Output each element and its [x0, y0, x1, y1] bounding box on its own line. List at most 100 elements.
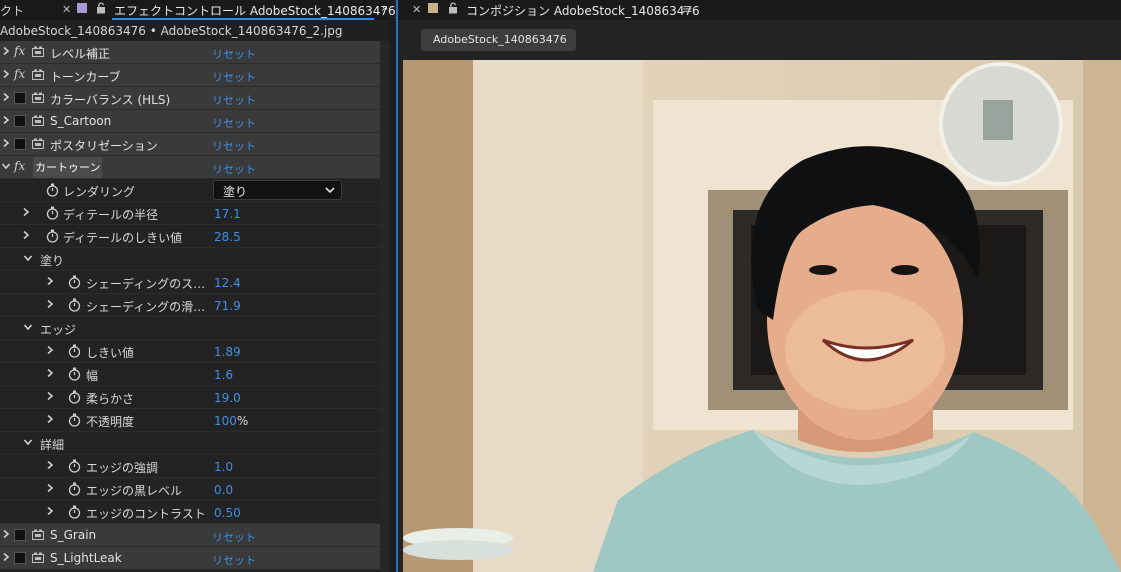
stopwatch-icon[interactable] [68, 367, 81, 381]
effect-row-s-cartoon[interactable]: S_Cartoon リセット [0, 110, 380, 133]
panel-color-swatch [77, 3, 87, 13]
chevron-right-icon[interactable] [2, 530, 10, 538]
chevron-right-icon[interactable] [46, 277, 54, 285]
property-value[interactable]: 1.0 [214, 460, 233, 474]
property-value[interactable]: 28.5 [214, 230, 241, 244]
chevron-right-icon[interactable] [46, 415, 54, 423]
composition-name-button[interactable]: AdobeStock_140863476 [421, 29, 576, 51]
property-label: 不透明度 [86, 415, 135, 429]
property-value[interactable]: 71.9 [214, 299, 241, 313]
stopwatch-icon[interactable] [46, 229, 59, 243]
lock-icon[interactable] [96, 2, 106, 14]
effect-row-s-lightleak[interactable]: S_LightLeak リセット [0, 547, 380, 570]
fx-toggle-off[interactable] [14, 138, 26, 150]
effect-name: S_LightLeak [50, 551, 122, 565]
previous-tab-label[interactable]: クト [0, 2, 24, 19]
chevron-right-icon[interactable] [46, 461, 54, 469]
chevron-right-icon[interactable] [46, 369, 54, 377]
composition-viewer[interactable] [403, 60, 1121, 572]
reset-link[interactable]: リセット [212, 529, 256, 545]
chevron-right-icon[interactable] [2, 47, 10, 55]
property-value[interactable]: 1.6 [214, 368, 233, 382]
reset-link[interactable]: リセット [212, 115, 256, 131]
more-tabs-icon[interactable]: » [381, 1, 388, 15]
effect-name-selected[interactable]: カートゥーン [33, 157, 103, 178]
stopwatch-icon[interactable] [68, 459, 81, 473]
property-softness: 柔らかさ 19.0 [0, 386, 380, 409]
fx-toggle-off[interactable] [14, 529, 26, 541]
stopwatch-icon[interactable] [68, 413, 81, 427]
effect-row-posterize[interactable]: ポスタリゼーション リセット [0, 133, 380, 156]
stopwatch-icon[interactable] [68, 482, 81, 496]
chevron-down-icon[interactable] [2, 162, 10, 170]
chevron-down-icon[interactable] [24, 323, 32, 331]
tab-composition[interactable]: コンポジション AdobeStock_140863476 [466, 2, 700, 19]
scrollbar[interactable] [380, 41, 390, 572]
close-icon[interactable]: ✕ [62, 3, 71, 16]
group-edge[interactable]: エッジ [0, 317, 380, 340]
effects-list: fx レベル補正 リセット fx トーンカーブ リセット カラーバランス (HL… [0, 41, 380, 570]
stopwatch-icon[interactable] [68, 275, 81, 289]
property-shading-smooth: シェーディングの滑… 71.9 [0, 294, 380, 317]
chevron-right-icon[interactable] [2, 93, 10, 101]
effect-row-s-grain[interactable]: S_Grain リセット [0, 524, 380, 547]
lock-icon[interactable] [448, 2, 458, 14]
stopwatch-icon[interactable] [68, 505, 81, 519]
property-label: 柔らかさ [86, 392, 135, 406]
fx-toggle[interactable]: fx [14, 159, 25, 173]
tab-effect-controls[interactable]: エフェクトコントロール AdobeStock_140863476_ [114, 2, 402, 19]
chevron-right-icon[interactable] [46, 392, 54, 400]
stopwatch-icon[interactable] [68, 344, 81, 358]
property-value[interactable]: 1.89 [214, 345, 241, 359]
reset-link[interactable]: リセット [212, 552, 256, 568]
property-edge-contrast: エッジのコントラスト 0.50 [0, 501, 380, 524]
chevron-right-icon[interactable] [46, 507, 54, 515]
property-detail-radius: ディテールの半径 17.1 [0, 202, 380, 225]
chevron-down-icon[interactable] [24, 438, 32, 446]
property-label: エッジの強調 [86, 461, 159, 475]
property-value[interactable]: 17.1 [214, 207, 241, 221]
chevron-right-icon[interactable] [46, 484, 54, 492]
property-value[interactable]: 0.50 [214, 506, 241, 520]
chevron-right-icon[interactable] [2, 70, 10, 78]
reset-link[interactable]: リセット [212, 161, 256, 177]
stopwatch-icon[interactable] [68, 390, 81, 404]
property-value[interactable]: 0.0 [214, 483, 233, 497]
chevron-right-icon[interactable] [22, 208, 30, 216]
effect-row-color-balance[interactable]: カラーバランス (HLS) リセット [0, 87, 380, 110]
reset-link[interactable]: リセット [212, 46, 256, 62]
chevron-right-icon[interactable] [2, 139, 10, 147]
group-detail[interactable]: 詳細 [0, 432, 380, 455]
property-edge-black: エッジの黒レベル 0.0 [0, 478, 380, 501]
fx-toggle[interactable]: fx [14, 44, 25, 58]
preset-icon [32, 69, 44, 80]
render-dropdown[interactable]: 塗り [213, 180, 342, 200]
reset-link[interactable]: リセット [212, 138, 256, 154]
effect-row-cartoon[interactable]: fx カートゥーン リセット [0, 156, 380, 179]
chevron-right-icon[interactable] [46, 300, 54, 308]
chevron-right-icon[interactable] [2, 553, 10, 561]
stopwatch-icon[interactable] [46, 206, 59, 220]
chevron-right-icon[interactable] [46, 346, 54, 354]
stopwatch-icon[interactable] [68, 298, 81, 312]
stopwatch-icon[interactable] [46, 183, 59, 197]
fx-toggle-off[interactable] [14, 552, 26, 564]
group-fill[interactable]: 塗り [0, 248, 380, 271]
property-threshold: しきい値 1.89 [0, 340, 380, 363]
menu-icon[interactable]: ≡ [682, 2, 693, 17]
reset-link[interactable]: リセット [212, 92, 256, 108]
fx-toggle[interactable]: fx [14, 67, 25, 81]
fx-toggle-off[interactable] [14, 92, 26, 104]
chevron-right-icon[interactable] [22, 231, 30, 239]
reset-link[interactable]: リセット [212, 69, 256, 85]
property-value[interactable]: 100% [214, 414, 248, 428]
property-width: 幅 1.6 [0, 363, 380, 386]
chevron-down-icon[interactable] [24, 254, 32, 262]
close-icon[interactable]: ✕ [412, 3, 421, 16]
property-value[interactable]: 12.4 [214, 276, 241, 290]
effect-row-levels[interactable]: fx レベル補正 リセット [0, 41, 380, 64]
fx-toggle-off[interactable] [14, 115, 26, 127]
property-value[interactable]: 19.0 [214, 391, 241, 405]
effect-row-curves[interactable]: fx トーンカーブ リセット [0, 64, 380, 87]
chevron-right-icon[interactable] [2, 116, 10, 124]
